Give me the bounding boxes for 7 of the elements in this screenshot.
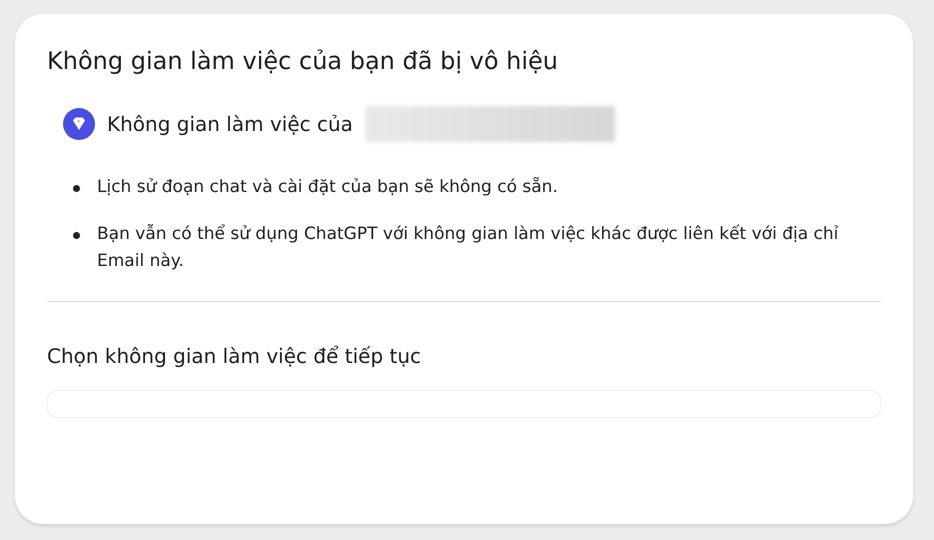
bullet-icon bbox=[73, 232, 80, 239]
workspace-label: Không gian làm việc của bbox=[107, 112, 353, 136]
note-text: Lịch sử đoạn chat và cài đặt của bạn sẽ không có sẵn. bbox=[97, 176, 558, 199]
dialog-title: Không gian làm việc của bạn đã bị vô hiệu bbox=[47, 46, 559, 77]
bullet-icon bbox=[73, 185, 80, 192]
section-label: Chọn không gian làm việc để tiếp tục bbox=[47, 344, 422, 368]
note-text: Bạn vẫn có thể sử dụng ChatGPT với không gian làm việc khác được liên kết với địa chỉ Email này. bbox=[97, 223, 840, 273]
